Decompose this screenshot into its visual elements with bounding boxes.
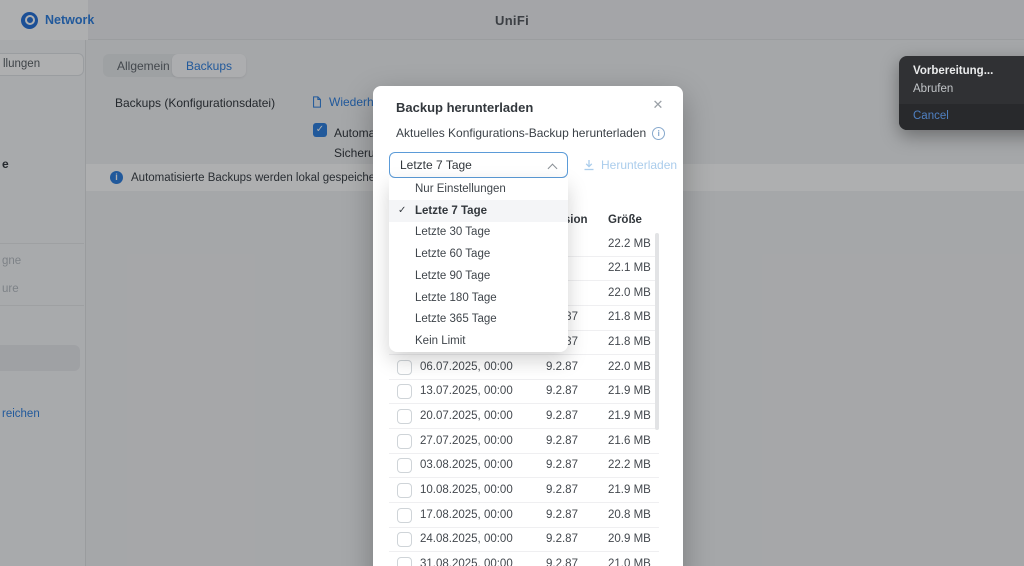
row-checkbox[interactable]	[397, 557, 412, 566]
table-row: 03.08.2025, 00:009.2.8722.2 MB	[389, 454, 659, 479]
app-canvas: Network UniFi llungen e gne ure reichen …	[0, 0, 1024, 566]
notification-toast: Vorbereitung... Abrufen Cancel	[899, 56, 1024, 130]
modal-subtitle-row: Aktuelles Konfigurations-Backup herunter…	[396, 126, 665, 140]
table-row: 06.07.2025, 00:009.2.8722.0 MB	[389, 355, 659, 380]
row-checkbox[interactable]	[397, 458, 412, 473]
table-row: 27.07.2025, 00:009.2.8721.6 MB	[389, 429, 659, 454]
table-scrollbar[interactable]	[655, 233, 659, 430]
download-icon	[583, 159, 595, 171]
dropdown-option[interactable]: Letzte 30 Tage	[389, 222, 568, 244]
table-row: 13.07.2025, 00:009.2.8721.9 MB	[389, 380, 659, 405]
cancel-button[interactable]: Cancel	[913, 110, 949, 122]
modal-title: Backup herunterladen	[396, 100, 533, 115]
row-checkbox[interactable]	[397, 384, 412, 399]
backup-download-modal: Backup herunterladen Aktuelles Konfigura…	[373, 86, 683, 566]
table-row: 24.08.2025, 00:009.2.8720.9 MB	[389, 528, 659, 553]
dropdown-option[interactable]: Kein Limit	[389, 330, 568, 352]
dropdown-option-selected[interactable]: Letzte 7 Tage	[389, 200, 568, 222]
table-row: 10.08.2025, 00:009.2.8721.9 MB	[389, 478, 659, 503]
table-row: 17.08.2025, 00:009.2.8720.8 MB	[389, 503, 659, 528]
column-size: Größe	[608, 214, 642, 226]
row-checkbox[interactable]	[397, 409, 412, 424]
download-button-label: Herunterladen	[601, 158, 677, 172]
check-icon	[398, 205, 406, 216]
dropdown-option[interactable]: Letzte 180 Tage	[389, 287, 568, 309]
row-checkbox[interactable]	[397, 434, 412, 449]
info-icon[interactable]	[652, 127, 665, 140]
toast-subtitle: Abrufen	[913, 83, 953, 95]
row-checkbox[interactable]	[397, 483, 412, 498]
row-checkbox[interactable]	[397, 532, 412, 547]
row-checkbox[interactable]	[397, 508, 412, 523]
table-row: 20.07.2025, 00:009.2.8721.9 MB	[389, 404, 659, 429]
table-row: 31.08.2025, 00:009.2.8721.0 MB	[389, 552, 659, 566]
chevron-up-icon	[549, 163, 557, 171]
dropdown-option[interactable]: Letzte 60 Tage	[389, 243, 568, 265]
range-dropdown-menu: Nur Einstellungen Letzte 7 Tage Letzte 3…	[389, 178, 568, 352]
toast-footer: Cancel	[899, 104, 1024, 130]
dropdown-option[interactable]: Nur Einstellungen	[389, 178, 568, 200]
modal-subtitle: Aktuelles Konfigurations-Backup herunter…	[396, 126, 646, 140]
range-select[interactable]: Letzte 7 Tage	[389, 152, 568, 178]
toast-title: Vorbereitung...	[913, 65, 993, 77]
download-button[interactable]: Herunterladen	[583, 158, 677, 172]
range-select-value: Letzte 7 Tage	[400, 158, 472, 172]
dropdown-option[interactable]: Letzte 90 Tage	[389, 265, 568, 287]
row-checkbox[interactable]	[397, 360, 412, 375]
dropdown-option[interactable]: Letzte 365 Tage	[389, 309, 568, 331]
close-icon[interactable]	[649, 96, 667, 114]
